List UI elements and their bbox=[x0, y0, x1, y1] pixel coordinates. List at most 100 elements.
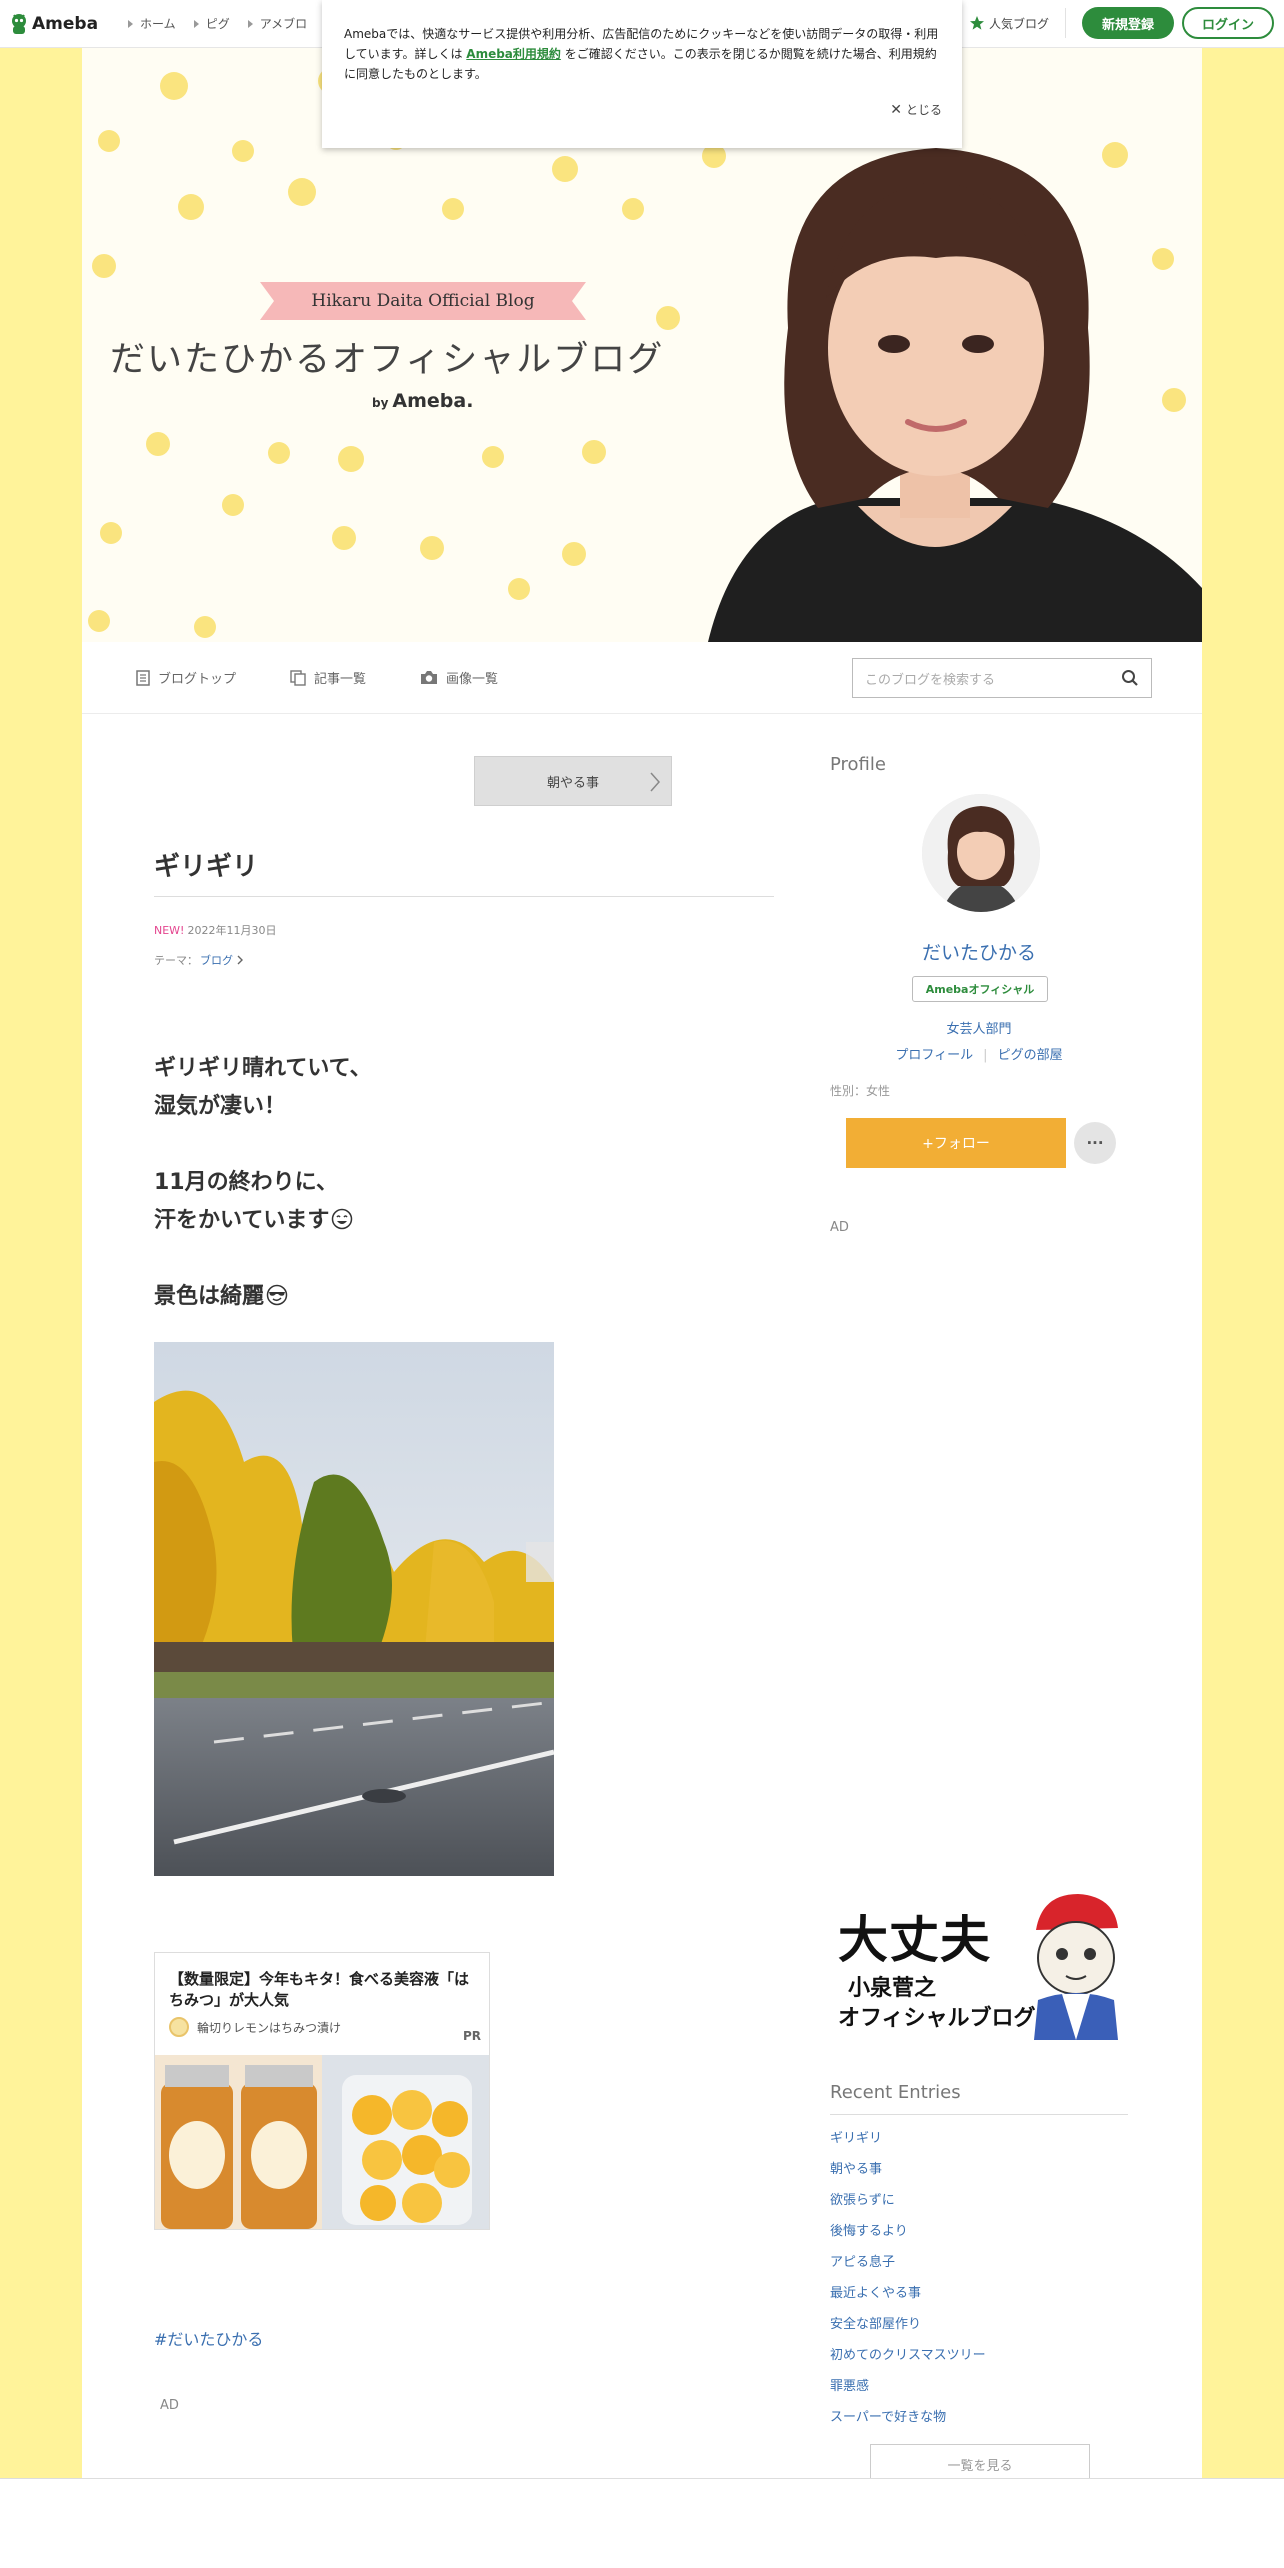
ameba-official-badge[interactable]: Amebaオフィシャル bbox=[912, 976, 1048, 1002]
previous-entry-button[interactable]: 朝やる事 bbox=[474, 756, 672, 806]
decor-dot bbox=[100, 522, 122, 544]
entry-line: ギリギリ晴れていて、 bbox=[154, 1056, 372, 1081]
decor-dot bbox=[508, 578, 530, 600]
entry-line: 汗をかいています bbox=[154, 1208, 330, 1233]
gnav-home-label: ホーム bbox=[140, 17, 176, 31]
blog-title[interactable]: だいたひかるオフィシャルブログ bbox=[110, 331, 664, 382]
camera-icon bbox=[421, 671, 438, 684]
pr-images bbox=[155, 2055, 489, 2229]
recent-entries-heading: Recent Entries bbox=[830, 2082, 961, 2103]
decor-dot bbox=[482, 446, 504, 468]
by-label: by bbox=[372, 396, 389, 410]
popular-blogs-link[interactable]: 人気ブログ bbox=[969, 15, 1049, 32]
gnav-ameblo[interactable]: アメブロ bbox=[247, 15, 308, 32]
recent-entry-link[interactable]: 初めてのクリスマスツリー bbox=[830, 2347, 986, 2378]
triangle-right-icon bbox=[193, 19, 199, 28]
document-icon bbox=[136, 669, 150, 686]
blog-top-label: ブログトップ bbox=[158, 672, 237, 687]
triangle-right-icon bbox=[247, 19, 253, 28]
profile-link[interactable]: プロフィール bbox=[895, 1048, 973, 1063]
decor-dot bbox=[146, 432, 170, 456]
header-actions: 人気ブログ 新規登録 ログイン bbox=[969, 7, 1274, 39]
image-list-label: 画像一覧 bbox=[446, 672, 499, 687]
profile-links: プロフィール | ピグの部屋 bbox=[830, 1044, 1128, 1063]
profile-name[interactable]: だいたひかる bbox=[830, 938, 1128, 965]
entry-body: ギリギリ晴れていて、 湿気が凄い！ 11月の終わりに、 汗をかいています 景色は… bbox=[154, 1050, 372, 1354]
decor-dot bbox=[98, 130, 120, 152]
by-ameba: by Ameba. bbox=[372, 390, 473, 412]
recent-entry-link[interactable]: 最近よくやる事 bbox=[830, 2285, 986, 2316]
previous-entry-label: 朝やる事 bbox=[546, 775, 599, 791]
blog-search-input[interactable]: このブログを検索する bbox=[852, 658, 1152, 698]
decor-dot bbox=[232, 140, 254, 162]
recent-entry-link[interactable]: アピる息子 bbox=[830, 2254, 986, 2285]
recent-divider bbox=[830, 2114, 1128, 2115]
ad-label-main: AD bbox=[160, 2398, 179, 2413]
decor-dot bbox=[160, 72, 188, 100]
recent-entry-link[interactable]: 欲張らずに bbox=[830, 2192, 986, 2223]
lemon-icon bbox=[169, 2017, 189, 2037]
blog-search-placeholder: このブログを検索する bbox=[865, 672, 996, 688]
profile-category[interactable]: 女芸人部門 bbox=[830, 1018, 1128, 1037]
entry-list-link[interactable]: 記事一覧 bbox=[290, 668, 366, 687]
blogger-portrait bbox=[708, 148, 1202, 642]
more-options-button[interactable]: ··· bbox=[1074, 1122, 1116, 1164]
login-button[interactable]: ログイン bbox=[1182, 7, 1274, 39]
recent-entry-link[interactable]: 安全な部屋作り bbox=[830, 2316, 986, 2347]
entry-photo-ginkgo-street[interactable] bbox=[154, 1342, 554, 1876]
decor-dot bbox=[338, 446, 364, 472]
decor-dot bbox=[552, 156, 578, 182]
decor-dot bbox=[582, 440, 606, 464]
bottom-bar bbox=[0, 2478, 1284, 2568]
chevron-right-icon bbox=[237, 955, 243, 965]
signup-button[interactable]: 新規登録 bbox=[1082, 7, 1174, 39]
cookie-close-button[interactable]: ✕ とじる bbox=[890, 100, 942, 120]
new-badge: NEW! bbox=[154, 924, 185, 937]
decor-dot bbox=[622, 198, 644, 220]
terms-link[interactable]: Ameba利用規約 bbox=[466, 47, 561, 61]
recent-entry-link[interactable]: 後悔するより bbox=[830, 2223, 986, 2254]
entry-paragraph: 景色は綺麗 bbox=[154, 1278, 372, 1316]
pr-source: 輪切りレモンはちみつ漬け bbox=[169, 2017, 341, 2037]
title-divider bbox=[154, 896, 774, 897]
ameba-wordmark: Ameba. bbox=[392, 390, 474, 412]
pigg-room-link[interactable]: ピグの部屋 bbox=[998, 1048, 1063, 1063]
recent-entry-link[interactable]: ギリギリ bbox=[830, 2130, 986, 2161]
gnav-pigg-label: ピグ bbox=[205, 17, 230, 31]
star-icon bbox=[969, 16, 984, 30]
recent-entry-link[interactable]: 罪悪感 bbox=[830, 2378, 986, 2409]
chevron-right-icon bbox=[650, 772, 661, 792]
blog-top-link[interactable]: ブログトップ bbox=[136, 668, 236, 687]
blog-nav: ブログトップ 記事一覧 画像一覧 このブログを検索する bbox=[82, 642, 1202, 714]
decor-dot bbox=[178, 194, 204, 220]
recent-entry-link[interactable]: スーパーで好きな物 bbox=[830, 2409, 986, 2440]
hashtag-link[interactable]: #だいたひかる bbox=[154, 2326, 263, 2350]
pr-ad-card[interactable]: 【数量限定】今年もキタ！食べる美容液「はちみつ」が大人気 輪切りレモンはちみつ漬… bbox=[154, 1952, 490, 2230]
decor-dot bbox=[88, 610, 110, 632]
theme-link[interactable]: ブログ bbox=[200, 952, 233, 968]
gnav-home[interactable]: ホーム bbox=[128, 15, 176, 32]
profile-heading: Profile bbox=[830, 754, 886, 775]
gnav-pigg[interactable]: ピグ bbox=[193, 15, 230, 32]
entry-title[interactable]: ギリギリ bbox=[154, 846, 258, 883]
lemon-slices-image bbox=[322, 2055, 489, 2229]
image-list-link[interactable]: 画像一覧 bbox=[420, 668, 498, 687]
avatar-image bbox=[922, 794, 1040, 912]
blog-ribbon: Hikaru Daita Official Blog bbox=[260, 282, 586, 320]
header-divider bbox=[1065, 8, 1066, 38]
entry-paragraph: 11月の終わりに、 汗をかいています bbox=[154, 1164, 372, 1240]
profile-avatar[interactable] bbox=[922, 794, 1040, 912]
global-nav: ホーム ピグ アメブロ bbox=[110, 15, 307, 32]
search-icon[interactable] bbox=[1121, 669, 1139, 687]
decor-dot bbox=[562, 542, 586, 566]
gnav-ameblo-label: アメブロ bbox=[259, 17, 308, 31]
recent-entry-link[interactable]: 朝やる事 bbox=[830, 2161, 986, 2192]
decor-dot bbox=[268, 442, 290, 464]
follow-button[interactable]: +フォロー bbox=[846, 1118, 1066, 1168]
copy-icon bbox=[290, 669, 306, 686]
ameba-logo[interactable]: Ameba bbox=[10, 13, 98, 35]
koizumi-blog-banner[interactable]: 大丈夫 小泉菅之 オフィシャルブログ bbox=[830, 1888, 1128, 2042]
sunglasses-face-icon bbox=[266, 1284, 288, 1306]
entry-list-label: 記事一覧 bbox=[314, 672, 367, 687]
ad-label-side: AD bbox=[830, 1220, 849, 1235]
